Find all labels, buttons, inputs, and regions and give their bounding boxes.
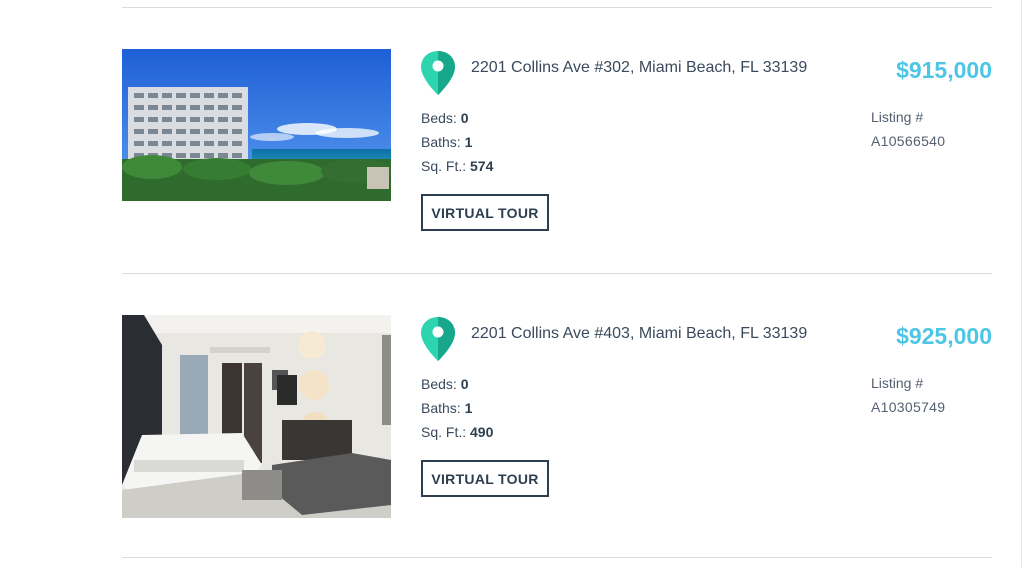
- listing-price: $925,000: [896, 323, 992, 349]
- virtual-tour-button[interactable]: VIRTUAL TOUR: [421, 194, 549, 231]
- listing-number: A10305749: [871, 399, 946, 415]
- listing-card: 2201 Collins Ave #302, Miami Beach, FL 3…: [0, 49, 1025, 289]
- listing-address[interactable]: 2201 Collins Ave #302, Miami Beach, FL 3…: [471, 59, 807, 77]
- baths-spec: Baths: 1: [421, 400, 472, 416]
- listing-photo[interactable]: [122, 315, 391, 518]
- baths-label: Baths:: [421, 400, 461, 416]
- listing-number: A10566540: [871, 133, 946, 149]
- sqft-spec: Sq. Ft.: 574: [421, 158, 493, 174]
- beds-spec: Beds: 0: [421, 376, 469, 392]
- baths-spec: Baths: 1: [421, 134, 472, 150]
- beds-spec: Beds: 0: [421, 110, 469, 126]
- map-pin-icon: [420, 316, 456, 362]
- sqft-label: Sq. Ft.:: [421, 424, 467, 440]
- listing-card: 2201 Collins Ave #403, Miami Beach, FL 3…: [0, 315, 1025, 555]
- sqft-value: 574: [470, 158, 494, 174]
- beds-label: Beds:: [421, 110, 457, 126]
- virtual-tour-button[interactable]: VIRTUAL TOUR: [421, 460, 549, 497]
- bottom-divider: [122, 557, 992, 558]
- sqft-label: Sq. Ft.:: [421, 158, 467, 174]
- beds-label: Beds:: [421, 376, 457, 392]
- baths-value: 1: [464, 134, 473, 150]
- listing-photo[interactable]: [122, 49, 391, 201]
- map-pin-icon: [420, 50, 456, 96]
- baths-value: 1: [464, 400, 473, 416]
- listing-price: $915,000: [896, 57, 992, 83]
- listing-number-label: Listing #: [871, 375, 924, 391]
- baths-label: Baths:: [421, 134, 461, 150]
- beds-value: 0: [460, 376, 469, 392]
- beds-value: 0: [460, 110, 469, 126]
- sqft-value: 490: [470, 424, 494, 440]
- sqft-spec: Sq. Ft.: 490: [421, 424, 493, 440]
- listing-number-label: Listing #: [871, 109, 924, 125]
- top-divider: [122, 7, 992, 8]
- listing-address[interactable]: 2201 Collins Ave #403, Miami Beach, FL 3…: [471, 325, 807, 343]
